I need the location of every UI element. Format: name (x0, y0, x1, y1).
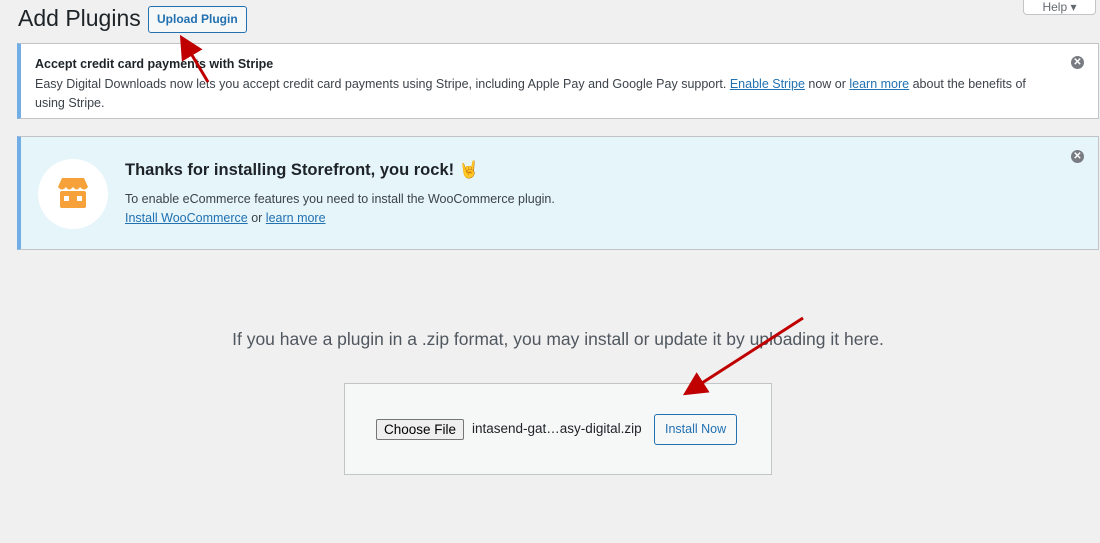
storefront-notice-text: To enable eCommerce features you need to… (125, 190, 555, 228)
dismiss-icon[interactable]: ✕ (1071, 150, 1084, 163)
notice-text: To enable eCommerce features you need to… (125, 192, 555, 206)
learn-more-link[interactable]: learn more (266, 211, 326, 225)
page-title: Add Plugins (18, 5, 141, 31)
learn-more-link[interactable]: learn more (849, 77, 909, 91)
stripe-notice: Accept credit card payments with Stripe … (17, 43, 1099, 119)
install-woocommerce-link[interactable]: Install WooCommerce (125, 211, 248, 225)
dismiss-icon[interactable]: ✕ (1071, 56, 1084, 69)
install-now-button[interactable]: Install Now (654, 414, 738, 445)
storefront-logo (38, 159, 108, 229)
stripe-notice-title: Accept credit card payments with Stripe (35, 57, 274, 71)
upload-instructions: If you have a plugin in a .zip format, y… (232, 329, 884, 349)
help-tab-button[interactable]: Help ▾ (1023, 0, 1096, 15)
storefront-notice-title: Thanks for installing Storefront, you ro… (125, 161, 480, 179)
notice-text: now or (804, 77, 850, 91)
storefront-notice: Thanks for installing Storefront, you ro… (17, 136, 1099, 250)
upload-form: Choose File intasend-gat…asy-digital.zip… (344, 383, 772, 475)
enable-stripe-link[interactable]: Enable Stripe (730, 77, 805, 91)
upload-plugin-button[interactable]: Upload Plugin (148, 6, 247, 33)
notice-text: or (247, 211, 266, 225)
selected-file-name: intasend-gat…asy-digital.zip (472, 421, 642, 436)
choose-file-button[interactable]: Choose File (376, 419, 465, 440)
store-icon (58, 178, 88, 208)
notice-text: Easy Digital Downloads now lets you acce… (35, 77, 730, 91)
stripe-notice-text: Easy Digital Downloads now lets you acce… (35, 75, 1055, 113)
